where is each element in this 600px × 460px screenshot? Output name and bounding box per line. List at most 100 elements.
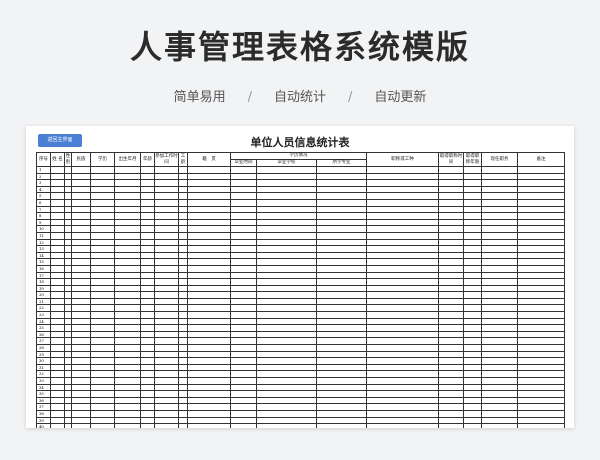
table-cell[interactable] xyxy=(366,245,440,253)
table-cell[interactable] xyxy=(64,297,72,306)
table-cell[interactable] xyxy=(463,377,483,385)
table-cell[interactable] xyxy=(230,370,257,378)
table-cell[interactable] xyxy=(71,238,91,247)
table-cell[interactable] xyxy=(517,324,566,332)
table-cell[interactable] xyxy=(230,179,257,187)
table-cell[interactable] xyxy=(154,377,179,385)
table-cell[interactable] xyxy=(463,238,483,247)
table-cell[interactable] xyxy=(114,311,141,319)
row-number-cell[interactable]: 26 xyxy=(36,330,51,339)
table-cell[interactable] xyxy=(64,423,72,428)
table-cell[interactable] xyxy=(256,179,317,187)
table-cell[interactable] xyxy=(154,238,179,247)
table-cell[interactable] xyxy=(50,278,65,286)
table-cell[interactable] xyxy=(230,218,257,227)
table-cell[interactable] xyxy=(71,383,91,392)
table-cell[interactable] xyxy=(315,330,368,339)
table-cell[interactable] xyxy=(90,212,115,220)
table-cell[interactable] xyxy=(187,271,231,280)
table-cell[interactable] xyxy=(114,166,141,174)
table-cell[interactable] xyxy=(256,311,317,319)
table-cell[interactable] xyxy=(90,396,115,405)
table-cell[interactable] xyxy=(178,218,188,227)
row-number-cell[interactable]: 31 xyxy=(36,363,51,372)
table-cell[interactable] xyxy=(64,166,72,174)
table-cell[interactable] xyxy=(517,344,566,352)
table-cell[interactable] xyxy=(438,291,465,299)
table-cell[interactable] xyxy=(90,291,115,299)
table-cell[interactable] xyxy=(315,238,368,247)
table-cell[interactable] xyxy=(187,212,231,220)
table-cell[interactable] xyxy=(438,225,465,233)
table-cell[interactable] xyxy=(90,218,115,227)
table-cell[interactable] xyxy=(256,198,317,207)
table-cell[interactable] xyxy=(438,245,465,253)
table-cell[interactable] xyxy=(178,409,188,418)
table-cell[interactable] xyxy=(90,423,115,428)
table-cell[interactable] xyxy=(187,416,231,425)
table-cell[interactable] xyxy=(114,172,141,181)
table-cell[interactable] xyxy=(230,284,257,293)
table-cell[interactable] xyxy=(517,377,566,385)
table-cell[interactable] xyxy=(50,357,65,365)
table-cell[interactable] xyxy=(230,185,257,194)
table-cell[interactable] xyxy=(90,258,115,266)
table-cell[interactable] xyxy=(463,350,483,359)
table-cell[interactable] xyxy=(517,166,566,174)
table-cell[interactable] xyxy=(154,403,179,411)
table-cell[interactable] xyxy=(481,337,519,346)
table-cell[interactable] xyxy=(114,179,141,187)
table-cell[interactable] xyxy=(187,357,231,365)
row-number-cell[interactable]: 11 xyxy=(36,231,51,240)
table-cell[interactable] xyxy=(50,212,65,220)
table-cell[interactable] xyxy=(481,317,519,326)
table-cell[interactable] xyxy=(463,291,483,299)
table-cell[interactable] xyxy=(256,363,317,372)
table-cell[interactable] xyxy=(154,396,179,405)
table-cell[interactable] xyxy=(481,357,519,365)
table-cell[interactable] xyxy=(366,377,440,385)
table-cell[interactable] xyxy=(187,370,231,378)
table-cell[interactable] xyxy=(517,225,566,233)
table-cell[interactable] xyxy=(90,317,115,326)
row-number-cell[interactable]: 33 xyxy=(36,377,51,385)
table-cell[interactable] xyxy=(140,218,155,227)
row-number-cell[interactable]: 25 xyxy=(36,324,51,332)
table-cell[interactable] xyxy=(230,383,257,392)
table-cell[interactable] xyxy=(517,390,566,398)
table-cell[interactable] xyxy=(315,278,368,286)
table-cell[interactable] xyxy=(481,212,519,220)
table-cell[interactable] xyxy=(154,370,179,378)
table-cell[interactable] xyxy=(230,225,257,233)
row-number-cell[interactable]: 38 xyxy=(36,409,51,418)
table-cell[interactable] xyxy=(178,198,188,207)
table-cell[interactable] xyxy=(50,317,65,326)
table-cell[interactable] xyxy=(517,271,566,280)
table-cell[interactable] xyxy=(140,251,155,260)
table-cell[interactable] xyxy=(71,258,91,266)
table-cell[interactable] xyxy=(50,238,65,247)
table-cell[interactable] xyxy=(90,304,115,313)
table-cell[interactable] xyxy=(50,271,65,280)
table-cell[interactable] xyxy=(64,317,72,326)
table-cell[interactable] xyxy=(71,423,91,428)
table-cell[interactable] xyxy=(64,337,72,346)
table-cell[interactable] xyxy=(90,297,115,306)
table-cell[interactable] xyxy=(114,350,141,359)
table-cell[interactable] xyxy=(481,363,519,372)
table-cell[interactable] xyxy=(230,423,257,428)
table-cell[interactable] xyxy=(114,297,141,306)
table-cell[interactable] xyxy=(256,344,317,352)
table-cell[interactable] xyxy=(366,304,440,313)
table-cell[interactable] xyxy=(481,416,519,425)
table-cell[interactable] xyxy=(71,357,91,365)
table-cell[interactable] xyxy=(178,284,188,293)
table-cell[interactable] xyxy=(187,377,231,385)
table-cell[interactable] xyxy=(438,324,465,332)
table-cell[interactable] xyxy=(366,311,440,319)
table-cell[interactable] xyxy=(71,245,91,253)
table-cell[interactable] xyxy=(71,409,91,418)
table-cell[interactable] xyxy=(71,166,91,174)
table-cell[interactable] xyxy=(438,205,465,214)
table-cell[interactable] xyxy=(315,409,368,418)
